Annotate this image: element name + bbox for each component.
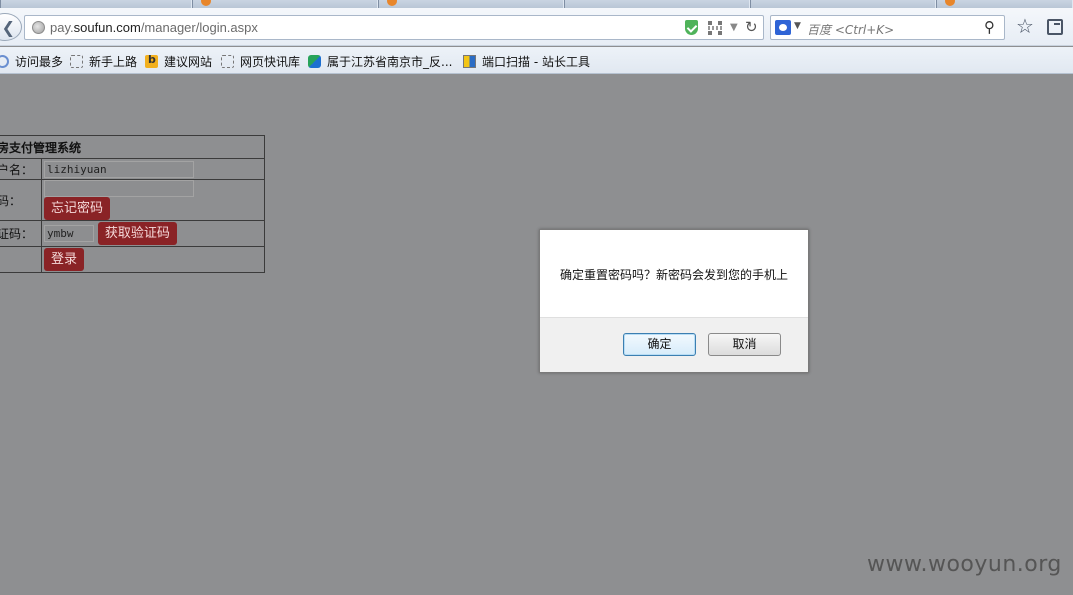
confirm-dialog: 确定重置密码吗？新密码会发到您的手机上 确定 取消 (539, 229, 809, 373)
username-input[interactable]: lizhiyuan (44, 160, 194, 178)
browser-tab[interactable] (378, 0, 564, 8)
bookmark-item[interactable]: 建议网站 (145, 53, 212, 69)
page-icon (221, 54, 234, 68)
captcha-label: 证码： (0, 220, 42, 247)
page-icon (70, 54, 83, 68)
bookmark-star-icon[interactable]: ☆ (1016, 14, 1034, 38)
search-placeholder: 百度 <Ctrl+K> (807, 23, 895, 37)
bing-icon (145, 53, 158, 68)
ok-button[interactable]: 确定 (623, 333, 696, 356)
security-shield-icon[interactable] (685, 20, 698, 35)
bookmark-item[interactable]: 访问最多 (0, 53, 63, 69)
reading-list-icon[interactable] (1047, 19, 1063, 35)
back-button[interactable]: ❮ (0, 13, 22, 41)
bookmark-label: 访问最多 (15, 54, 64, 69)
baidu-paw-icon[interactable] (775, 20, 791, 35)
url-domain: soufun.com (73, 20, 141, 35)
cancel-button[interactable]: 取消 (708, 333, 781, 356)
globe-icon (0, 54, 9, 68)
forgot-password-button[interactable]: 忘记密码 (44, 197, 111, 220)
browser-tab[interactable] (936, 0, 1073, 8)
tool-icon (463, 54, 476, 68)
tab-favicon-icon (201, 0, 211, 6)
password-input[interactable] (44, 180, 194, 197)
search-magnifier-icon[interactable]: ⚲ (984, 18, 995, 36)
back-arrow-icon: ❮ (1, 17, 15, 37)
site-identity-icon[interactable] (32, 21, 45, 34)
browser-tab[interactable] (564, 0, 750, 8)
browser-tab[interactable] (0, 0, 192, 8)
browser-tab[interactable] (750, 0, 936, 8)
tab-strip (0, 0, 1073, 8)
browser-tab[interactable] (192, 0, 378, 8)
history-dropdown-icon[interactable]: ▼ (730, 22, 738, 33)
bookmarks-toolbar: 访问最多 新手上路 建议网站 网页快讯库 属于江苏省南京市_反... 端口扫描 … (0, 47, 1073, 74)
page-overlay: 房支付管理系统 户名： lizhiyuan 码： 忘记密码 证码： ymbw 获… (0, 75, 1073, 595)
login-form: 房支付管理系统 户名： lizhiyuan 码： 忘记密码 证码： ymbw 获… (0, 135, 265, 273)
captcha-input[interactable]: ymbw (44, 225, 94, 242)
qr-code-icon[interactable] (708, 21, 722, 35)
tab-favicon-icon (387, 0, 397, 6)
dialog-message: 确定重置密码吗？新密码会发到您的手机上 (560, 268, 789, 282)
url-prefix: pay. (50, 20, 74, 35)
tab-favicon-icon (945, 0, 955, 6)
bookmark-item[interactable]: 端口扫描 - 站长工具 (463, 53, 590, 69)
empty-cell (0, 246, 42, 273)
engine-dropdown-icon[interactable]: ▼ (794, 21, 801, 31)
url-path: /manager/login.aspx (140, 20, 258, 35)
url-text[interactable]: pay.soufun.com/manager/login.aspx (50, 20, 258, 35)
watermark: www.wooyun.org (867, 552, 1062, 577)
navigation-toolbar: ❮ pay.soufun.com/manager/login.aspx ▼ ↻ … (0, 8, 1073, 46)
bookmark-item[interactable]: 新手上路 (70, 53, 137, 69)
bookmark-label: 建议网站 (164, 54, 213, 69)
get-captcha-button[interactable]: 获取验证码 (97, 222, 177, 245)
bookmark-label: 属于江苏省南京市_反... (327, 54, 453, 69)
search-bar[interactable]: ▼ 百度 <Ctrl+K> ⚲ (770, 15, 1005, 40)
reload-icon[interactable]: ↻ (745, 18, 758, 36)
bookmark-item[interactable]: 属于江苏省南京市_反... (308, 53, 452, 69)
address-bar[interactable]: pay.soufun.com/manager/login.aspx ▼ ↻ (24, 15, 764, 40)
system-title: 房支付管理系统 (0, 135, 265, 159)
login-button[interactable]: 登录 (44, 248, 85, 271)
bookmark-label: 网页快讯库 (240, 54, 301, 69)
bookmark-label: 新手上路 (89, 54, 138, 69)
dialog-footer: 确定 取消 (540, 317, 808, 372)
site-icon (308, 54, 321, 68)
password-label: 码： (0, 179, 42, 221)
username-label: 户名： (0, 158, 42, 180)
bookmark-label: 端口扫描 - 站长工具 (482, 54, 590, 69)
bookmark-item[interactable]: 网页快讯库 (221, 53, 300, 69)
